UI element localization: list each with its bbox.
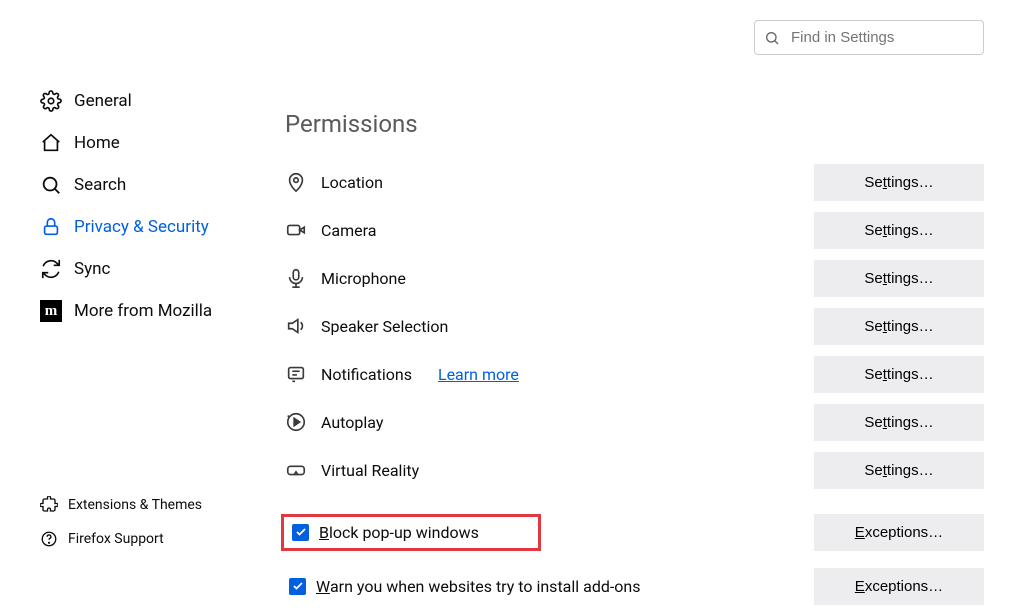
sidebar-bottom: Extensions & Themes Firefox Support bbox=[40, 488, 275, 556]
permission-label: Speaker Selection bbox=[321, 317, 448, 336]
learn-more-link[interactable]: Learn more bbox=[438, 365, 519, 384]
sync-icon bbox=[40, 258, 62, 280]
sidebar-item-general[interactable]: General bbox=[40, 80, 275, 122]
permission-row-autoplay: Autoplay Settings… bbox=[285, 398, 984, 446]
sidebar-item-search[interactable]: Search bbox=[40, 164, 275, 206]
check-icon bbox=[292, 580, 304, 592]
search-input[interactable] bbox=[754, 20, 984, 55]
sidebar-item-label: Sync bbox=[74, 259, 110, 279]
mozilla-icon: m bbox=[40, 300, 62, 322]
sidebar-item-home[interactable]: Home bbox=[40, 122, 275, 164]
autoplay-icon bbox=[285, 411, 307, 433]
gear-icon bbox=[40, 90, 62, 112]
settings-button-microphone[interactable]: Settings… bbox=[814, 260, 984, 297]
permission-label: Microphone bbox=[321, 269, 406, 288]
home-icon bbox=[40, 132, 62, 154]
checkbox-warn-addons[interactable] bbox=[289, 578, 306, 595]
section-title-permissions: Permissions bbox=[285, 110, 984, 138]
search-container bbox=[754, 20, 984, 55]
permission-row-vr: Virtual Reality Settings… bbox=[285, 446, 984, 494]
highlight-box: Block pop-up windows bbox=[281, 514, 541, 551]
help-icon bbox=[40, 530, 58, 548]
settings-button-location[interactable]: Settings… bbox=[814, 164, 984, 201]
checkbox-row-block-popups: Block pop-up windows Exceptions… bbox=[285, 502, 984, 562]
sidebar-item-more-mozilla[interactable]: m More from Mozilla bbox=[40, 290, 275, 332]
sidebar: General Home Search Privacy & Security S… bbox=[40, 20, 275, 596]
settings-button-autoplay[interactable]: Settings… bbox=[814, 404, 984, 441]
sidebar-item-extensions[interactable]: Extensions & Themes bbox=[40, 488, 275, 522]
sidebar-item-label: Home bbox=[74, 133, 120, 153]
sidebar-item-label: Extensions & Themes bbox=[68, 497, 202, 513]
permission-row-microphone: Microphone Settings… bbox=[285, 254, 984, 302]
search-icon bbox=[40, 174, 62, 196]
microphone-icon bbox=[285, 267, 307, 289]
settings-button-notifications[interactable]: Settings… bbox=[814, 356, 984, 393]
camera-icon bbox=[285, 219, 307, 241]
settings-button-vr[interactable]: Settings… bbox=[814, 452, 984, 489]
permission-label: Notifications bbox=[321, 365, 412, 384]
permission-label: Virtual Reality bbox=[321, 461, 419, 480]
speaker-icon bbox=[285, 315, 307, 337]
exceptions-button-popups[interactable]: Exceptions… bbox=[814, 514, 984, 551]
sidebar-item-support[interactable]: Firefox Support bbox=[40, 522, 275, 556]
notifications-icon bbox=[285, 363, 307, 385]
checkbox-block-popups[interactable] bbox=[292, 524, 309, 541]
search-icon bbox=[764, 30, 780, 46]
permission-row-notifications: Notifications Learn more Settings… bbox=[285, 350, 984, 398]
check-icon bbox=[295, 526, 307, 538]
checkbox-label: Block pop-up windows bbox=[319, 523, 479, 542]
sidebar-item-label: Firefox Support bbox=[68, 531, 164, 547]
permission-row-camera: Camera Settings… bbox=[285, 206, 984, 254]
sidebar-item-label: Privacy & Security bbox=[74, 217, 209, 237]
permission-row-speaker: Speaker Selection Settings… bbox=[285, 302, 984, 350]
permission-label: Autoplay bbox=[321, 413, 383, 432]
sidebar-item-sync[interactable]: Sync bbox=[40, 248, 275, 290]
permission-label: Camera bbox=[321, 221, 376, 240]
sidebar-item-label: More from Mozilla bbox=[74, 301, 212, 321]
permission-label: Location bbox=[321, 173, 383, 192]
exceptions-button-addons[interactable]: Exceptions… bbox=[814, 568, 984, 605]
checkbox-label: Warn you when websites try to install ad… bbox=[316, 577, 641, 596]
settings-button-speaker[interactable]: Settings… bbox=[814, 308, 984, 345]
puzzle-icon bbox=[40, 496, 58, 514]
sidebar-item-label: General bbox=[74, 91, 132, 111]
checkbox-row-warn-addons: Warn you when websites try to install ad… bbox=[285, 562, 984, 610]
sidebar-item-label: Search bbox=[74, 175, 126, 195]
sidebar-item-privacy-security[interactable]: Privacy & Security bbox=[40, 206, 275, 248]
settings-button-camera[interactable]: Settings… bbox=[814, 212, 984, 249]
vr-icon bbox=[285, 459, 307, 481]
location-icon bbox=[285, 171, 307, 193]
main-content: Permissions Location Settings… Camera Se… bbox=[275, 20, 984, 596]
permission-row-location: Location Settings… bbox=[285, 158, 984, 206]
lock-icon bbox=[40, 216, 62, 238]
